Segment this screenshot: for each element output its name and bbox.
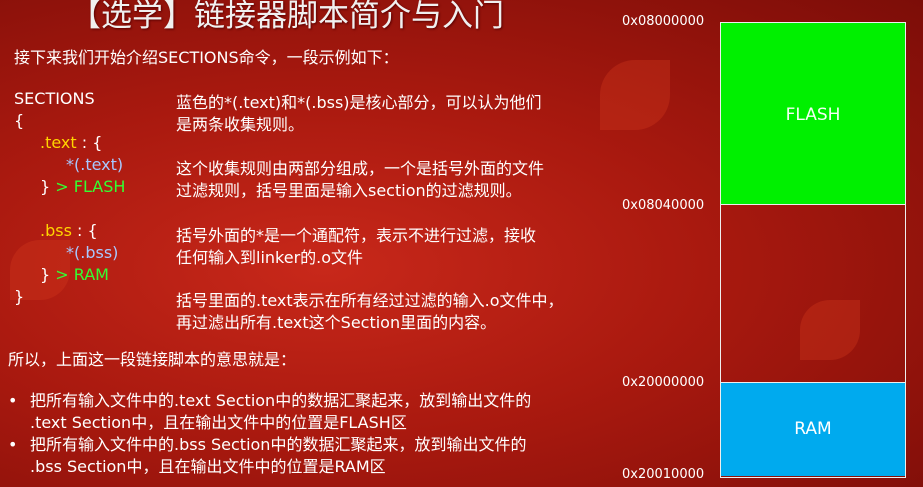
ram-region: RAM [721, 383, 905, 476]
description-line: 括号里面的.text表示在所有经过过滤的输入.o文件中， [176, 291, 564, 310]
code-bss-close: } [40, 265, 56, 284]
description-line: 括号外面的*是一个通配符，表示不进行过滤，接收 [176, 226, 537, 245]
bullet-icon: • [8, 391, 18, 410]
flash-label: FLASH [785, 105, 841, 125]
code-text-close: } [40, 177, 56, 196]
bullet-item: • 把所有输入文件中的.bss Section中的数据汇聚起来，放到输出文件的 … [8, 434, 618, 478]
bullet-item: • 把所有输入文件中的.text Section中的数据汇聚起来，放到输出文件的… [8, 390, 618, 434]
code-text-line: .text : { [14, 132, 174, 154]
slide-title: 【选学】链接器脚本简介与入门 [70, 0, 504, 34]
ram-label: RAM [794, 419, 832, 439]
description-line: 蓝色的*(.text)和*(.bss)是核心部分，可以认为他们 [176, 93, 542, 112]
description-3: 括号外面的*是一个通配符，表示不进行过滤，接收 任何输入到linker的.o文件 [176, 225, 616, 269]
address-label: 0x20010000 [622, 467, 705, 482]
code-gap [14, 198, 174, 220]
code-text-pattern: *(.text) [66, 155, 124, 174]
bullet-line: 把所有输入文件中的.text Section中的数据汇聚起来，放到输出文件的 [30, 391, 532, 410]
description-line: 是两条收集规则。 [176, 115, 305, 134]
bullet-line: 把所有输入文件中的.bss Section中的数据汇聚起来，放到输出文件的 [30, 435, 527, 454]
bullet-line: .text Section中，且在输出文件中的位置是FLASH区 [30, 413, 407, 432]
code-sections-keyword: SECTIONS [14, 89, 95, 108]
code-bss-line: .bss : { [14, 220, 174, 242]
intro-text: 接下来我们开始介绍SECTIONS命令，一段示例如下： [14, 48, 399, 67]
code-bss-target: > RAM [55, 265, 109, 284]
slide: 【选学】链接器脚本简介与入门 接下来我们开始介绍SECTIONS命令，一段示例如… [0, 0, 923, 487]
address-label: 0x08040000 [622, 198, 705, 213]
description-1: 蓝色的*(.text)和*(.bss)是核心部分，可以认为他们 是两条收集规则。 [176, 92, 616, 136]
flash-region: FLASH [721, 23, 905, 205]
bullet-line: .bss Section中，且在输出文件中的位置是RAM区 [30, 457, 386, 476]
code-block: SECTIONS { .text : { *(.text) } > FLASH … [14, 88, 174, 308]
code-bss-name: .bss [40, 221, 72, 240]
description-line: 这个收集规则由两部分组成，一个是括号外面的文件 [176, 159, 545, 178]
code-bss-close-line: } > RAM [14, 264, 174, 286]
description-4: 括号里面的.text表示在所有经过过滤的输入.o文件中， 再过滤出所有.text… [176, 290, 616, 334]
bullet-list: • 把所有输入文件中的.text Section中的数据汇聚起来，放到输出文件的… [8, 390, 618, 478]
code-text-target: > FLASH [55, 177, 126, 196]
code-text-colon: : { [76, 133, 103, 152]
code-bss-pattern: *(.bss) [66, 243, 119, 262]
description-line: 任何输入到linker的.o文件 [176, 248, 364, 267]
bullet-icon: • [8, 435, 18, 454]
address-label: 0x20000000 [622, 375, 705, 390]
unused-region [721, 205, 905, 383]
code-text-name: .text [40, 133, 77, 152]
code-close-brace: } [14, 287, 25, 306]
description-line: 再过滤出所有.text这个Section里面的内容。 [176, 313, 497, 332]
summary-text: 所以，上面这一段链接脚本的意思就是： [8, 350, 297, 369]
description-line: 过滤规则，括号里面是输入section的过滤规则。 [176, 181, 522, 200]
code-open-brace: { [14, 111, 25, 130]
code-bss-colon: : { [71, 221, 98, 240]
address-label: 0x08000000 [622, 14, 705, 29]
description-2: 这个收集规则由两部分组成，一个是括号外面的文件 过滤规则，括号里面是输入sect… [176, 158, 616, 202]
code-text-close-line: } > FLASH [14, 176, 174, 198]
